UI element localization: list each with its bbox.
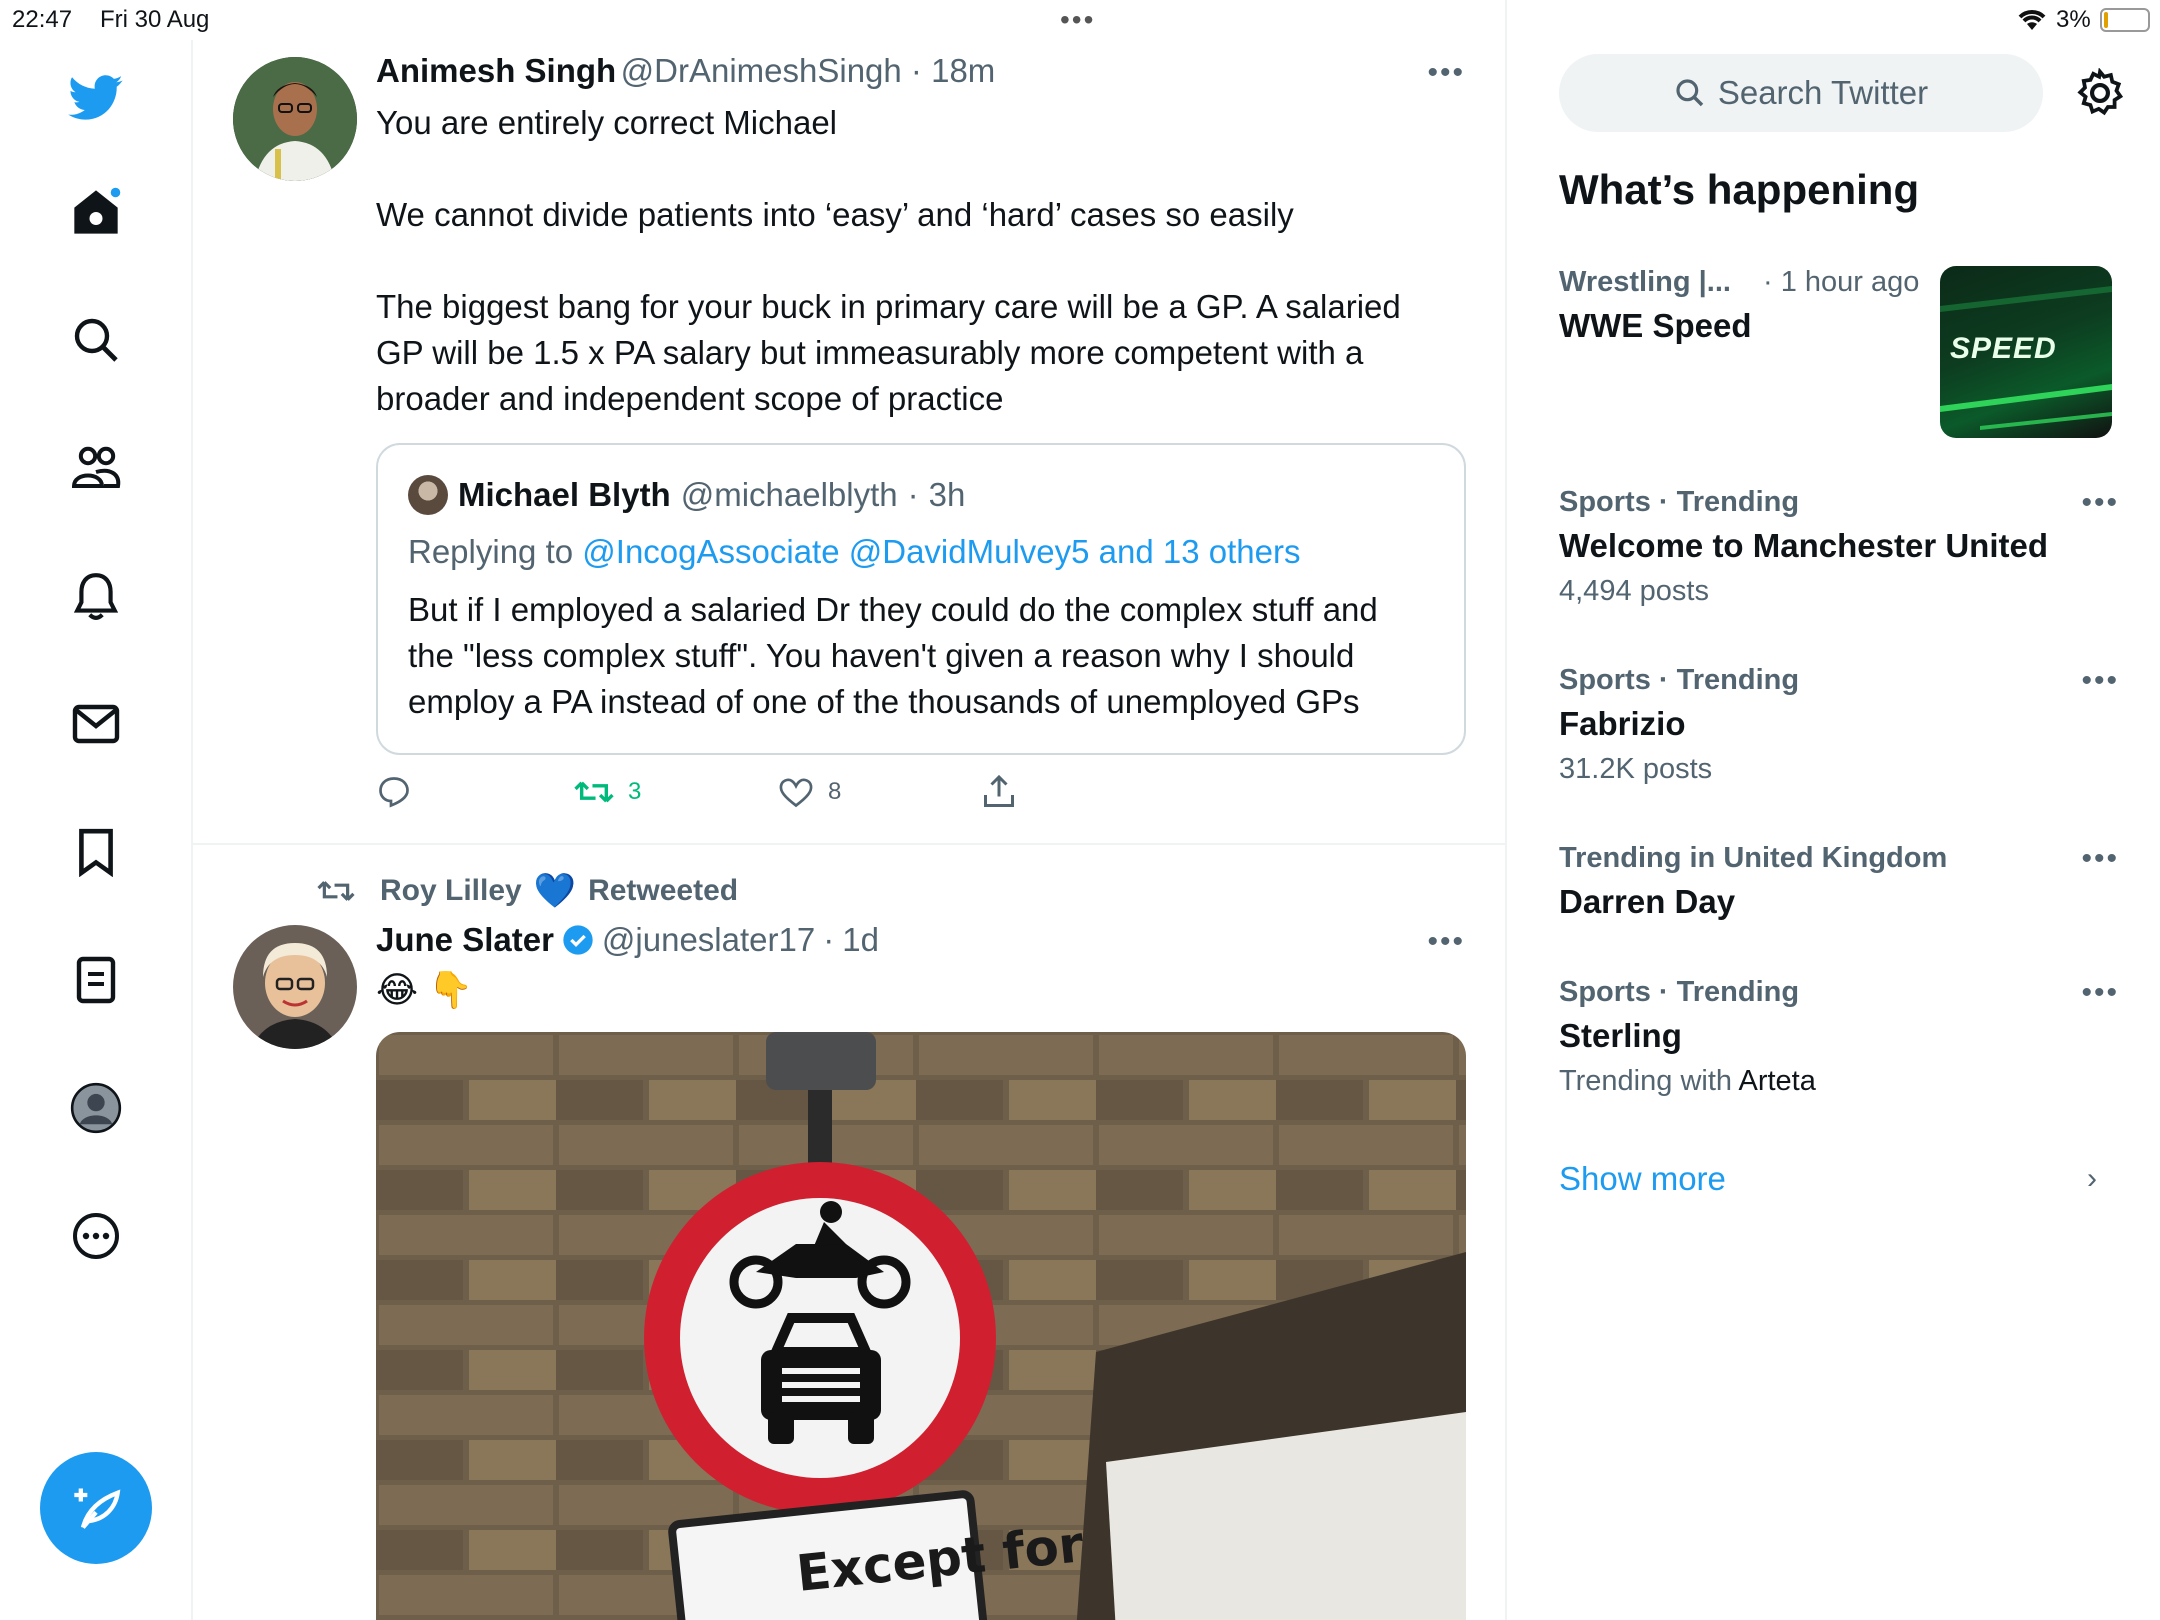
search-icon (1676, 79, 1704, 107)
trend-thumbnail-text: SPEED (1950, 332, 2057, 365)
home-icon[interactable] (64, 180, 128, 244)
trend-context: Wrestling |... (1559, 266, 1731, 298)
trend-context: Sports · Trending (1559, 976, 1800, 1008)
verified-badge-icon (563, 925, 593, 955)
quote-text: But if I employed a salaried Dr they cou… (408, 587, 1448, 725)
lists-icon[interactable] (64, 948, 128, 1012)
trend-title: Welcome to Manchester United (1559, 527, 2048, 564)
quote-author-name: Michael Blyth (458, 476, 671, 513)
trend-context: Sports · Trending (1559, 664, 1800, 696)
retweeted-by: Roy Lilley 💙 Retweeted (316, 871, 738, 911)
trend-context: Sports · Trending (1559, 486, 1800, 518)
compose-tweet-button[interactable] (40, 1452, 152, 1564)
retweet-icon (574, 781, 614, 803)
messages-mail-icon[interactable] (64, 692, 128, 756)
status-time: 22:47 (12, 6, 73, 33)
reply-icon (379, 777, 409, 808)
trend-more-icon[interactable]: ••• (2081, 842, 2119, 876)
trend-title: Fabrizio (1559, 705, 1686, 742)
tweet-actions: 3 8 (376, 774, 1016, 810)
author-handle[interactable]: @DrAnimeshSingh (621, 52, 902, 89)
search-placeholder: Search Twitter (1717, 74, 1929, 111)
trend-more-icon[interactable]: ••• (2081, 664, 2119, 698)
notifications-bell-icon[interactable] (64, 564, 128, 628)
trend-context: Trending in United Kingdom (1559, 842, 1948, 874)
trend-item[interactable]: Sports · Trending Welcome to Manchester … (1559, 486, 2119, 608)
battery-percent: 3% (2056, 6, 2091, 33)
trend-thumbnail[interactable]: SPEED (1940, 266, 2112, 438)
replying-label: Replying to (408, 533, 574, 570)
search-input[interactable]: Search Twitter (1559, 54, 2043, 132)
tweet-line: You are entirely correct Michael (376, 104, 838, 141)
share-button[interactable] (982, 774, 1016, 810)
tweet-line: broader and independent scope of practic… (376, 380, 1004, 417)
reply-button[interactable] (376, 774, 574, 810)
trend-more-icon[interactable]: ••• (2081, 486, 2119, 520)
author-name[interactable]: Animesh Singh (376, 52, 616, 89)
retweet-count: 3 (628, 778, 642, 805)
quote-author-handle: @michaelblyth (680, 476, 898, 513)
whats-happening-heading: What’s happening (1559, 166, 1920, 213)
share-icon (984, 774, 1014, 807)
tweet-text: You are entirely correct Michael We cann… (376, 100, 1466, 422)
replying-targets-link[interactable]: @IncogAssociate @DavidMulvey5 and 13 oth… (582, 533, 1300, 570)
author-handle[interactable]: @juneslater17 (602, 921, 815, 959)
show-more-link[interactable]: Show more (1559, 1160, 1726, 1198)
chevron-right-icon: › (2087, 1162, 2097, 1195)
trend-more-icon[interactable]: ••• (2081, 976, 2119, 1010)
tweet-time[interactable]: 1d (842, 921, 879, 959)
quote-line: But if I employed a salaried Dr they cou… (408, 591, 1378, 628)
trend-posts: 4,494 posts (1559, 575, 1709, 607)
tweet-image[interactable]: Except for (376, 1032, 1466, 1620)
trend-meta-prefix: Trending with (1559, 1065, 1733, 1097)
like-count: 8 (828, 778, 842, 805)
quote-line: the "less complex stuff". You haven't gi… (408, 637, 1355, 674)
tweet-divider (193, 843, 1505, 845)
battery-icon (2100, 8, 2150, 32)
quote-line: employ a PA instead of one of the thousa… (408, 683, 1360, 720)
tweet-line: The biggest bang for your buck in primar… (376, 288, 1401, 325)
tweet-line: GP will be 1.5 x PA salary but immeasura… (376, 334, 1364, 371)
more-options-icon[interactable] (64, 1204, 128, 1268)
trend-title: Sterling (1559, 1017, 1682, 1054)
retweeter-name[interactable]: Roy Lilley (380, 874, 522, 908)
replying-to: Replying to @IncogAssociate @DavidMulvey… (408, 533, 1300, 571)
tweet-more-icon[interactable]: ••• (1427, 56, 1465, 90)
settings-gear-icon[interactable] (2075, 67, 2125, 118)
trend-title: Darren Day (1559, 883, 1736, 920)
twitter-logo-icon[interactable] (64, 66, 128, 130)
explore-search-icon[interactable] (64, 308, 128, 372)
like-button[interactable]: 8 (778, 775, 982, 809)
compose-feather-icon (74, 1488, 121, 1529)
trend-item[interactable]: Sports · Trending Fabrizio 31.2K posts •… (1559, 664, 2119, 786)
left-navigation (0, 40, 193, 1620)
retweeted-label: Retweeted (588, 874, 739, 907)
bookmarks-icon[interactable] (64, 820, 128, 884)
avatar[interactable] (233, 925, 357, 1049)
trend-related-name[interactable]: Arteta (1738, 1065, 1815, 1097)
retweet-icon (317, 881, 355, 901)
blue-heart-icon: 💙 (533, 872, 577, 910)
retweet-button[interactable]: 3 (574, 775, 778, 809)
trend-item[interactable]: Sports · Trending Sterling Trending with… (1559, 976, 2119, 1098)
trend-age: · 1 hour ago (1763, 266, 1920, 298)
trend-item[interactable]: Trending in United Kingdom Darren Day ••… (1559, 842, 2119, 921)
timeline: Animesh Singh @DrAnimeshSingh · 18m ••• … (193, 0, 1507, 1620)
tweet-time[interactable]: 18m (931, 52, 995, 89)
trend-meta: Trending with Arteta (1559, 1065, 2119, 1098)
heart-icon (779, 778, 813, 808)
tweet-emoji-text: 😂 👇 (376, 969, 473, 1010)
quote-avatar (408, 475, 448, 515)
right-sidebar: Search Twitter What’s happening Wrestlin… (1507, 40, 2160, 1620)
tweet-line: We cannot divide patients into ‘easy’ an… (376, 196, 1294, 233)
quoted-tweet[interactable]: Michael Blyth @michaelblyth · 3h Replying … (376, 443, 1466, 755)
communities-icon[interactable] (64, 436, 128, 500)
tweet-more-icon[interactable]: ••• (1427, 925, 1465, 959)
quote-time: 3h (928, 476, 966, 513)
wifi-icon (2015, 6, 2049, 39)
profile-avatar-icon[interactable] (64, 1076, 128, 1140)
avatar[interactable] (233, 57, 357, 181)
trend-posts: 31.2K posts (1559, 753, 1713, 785)
author-name[interactable]: June Slater (376, 921, 554, 959)
